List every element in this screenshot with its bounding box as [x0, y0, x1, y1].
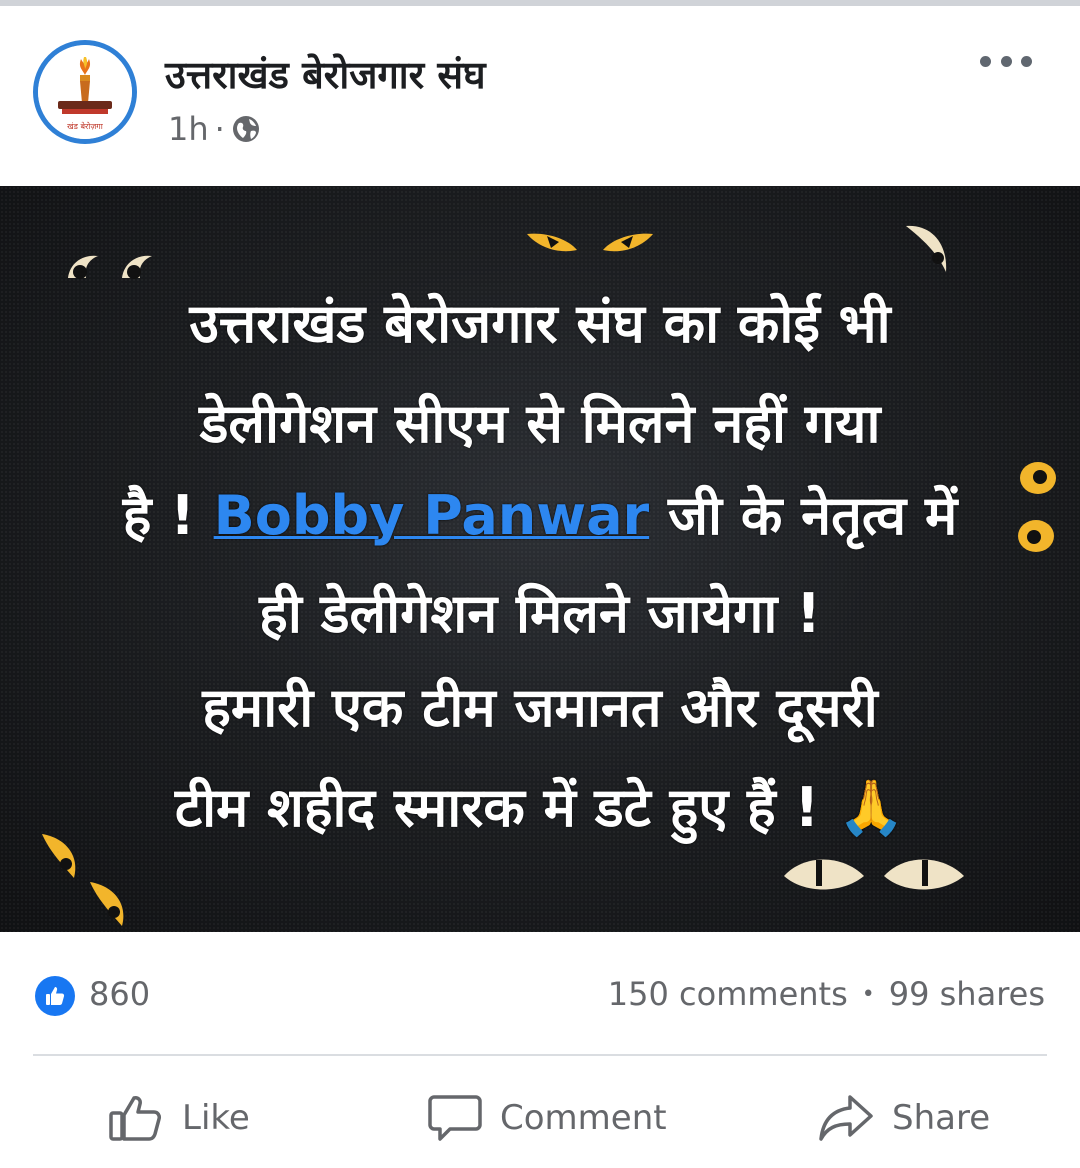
eye-decoration-icon — [906, 225, 947, 272]
like-button[interactable]: Like — [108, 1088, 250, 1148]
stats-separator: • — [861, 981, 875, 1007]
post-stats: 150 comments • 99 shares — [608, 975, 1045, 1013]
top-divider — [0, 0, 1080, 6]
more-dot-icon — [1021, 55, 1032, 67]
comment-icon — [428, 1095, 482, 1141]
actions-divider — [33, 1054, 1047, 1056]
image-text-line-2: डेलीगेशन सीएम से मिलने नहीं गया — [199, 392, 881, 455]
post-meta: 1h · — [168, 110, 261, 148]
image-text-line-6-text: टीम शहीद स्मारक में डटे हुए हैं ! — [174, 776, 838, 839]
post-time[interactable]: 1h — [168, 110, 209, 148]
more-dot-icon — [980, 55, 991, 67]
image-text-suffix: जी के नेतृत्व में — [649, 484, 958, 547]
image-text-line-4: ही डेलीगेशन मिलने जायेगा ! — [259, 582, 821, 645]
like-icon — [109, 1096, 161, 1141]
more-dot-icon — [1000, 55, 1012, 67]
comments-count[interactable]: 150 comments — [608, 975, 848, 1013]
share-icon — [819, 1095, 873, 1141]
image-text-line-1: उत्तराखंड बेरोजगार संघ का कोई भी — [189, 292, 891, 355]
reaction-count[interactable]: 860 — [89, 975, 150, 1013]
meta-separator: · — [214, 110, 225, 148]
image-text-prefix: है ! — [122, 484, 214, 547]
eyes-decoration-icon — [68, 255, 152, 279]
folded-hands-icon: 🙏 — [837, 776, 906, 839]
image-text-line-6: टीम शहीद स्मारक में डटे हुए हैं ! 🙏 — [0, 778, 1080, 838]
post-image[interactable]: उत्तराखंड बेरोजगार संघ का कोई भी डेलीगेश… — [0, 186, 1080, 932]
share-label: Share — [892, 1098, 991, 1138]
shares-count[interactable]: 99 shares — [889, 975, 1045, 1013]
thumbs-up-icon — [46, 987, 65, 1005]
eyes-decoration-icon — [42, 834, 124, 926]
page-avatar[interactable]: खंड बेरोज़गा — [33, 40, 137, 144]
globe-icon — [232, 116, 259, 142]
share-button[interactable]: Share — [818, 1088, 990, 1148]
like-reaction-icon[interactable] — [35, 976, 75, 1016]
eyes-decoration-icon — [527, 233, 653, 252]
comment-button[interactable]: Comment — [428, 1088, 667, 1148]
image-text-line-5: हमारी एक टीम जमानत और दूसरी — [202, 676, 878, 739]
eyes-decoration-icon — [784, 859, 964, 890]
avatar-caption: खंड बेरोज़गा — [67, 122, 103, 131]
image-text-line-3: है ! Bobby Panwar जी के नेतृत्व में — [0, 486, 1080, 546]
page-name[interactable]: उत्तराखंड बेरोजगार संघ — [165, 48, 486, 100]
comment-label: Comment — [500, 1098, 667, 1138]
like-label: Like — [182, 1098, 250, 1138]
more-options-button[interactable] — [980, 46, 1032, 76]
mention-link[interactable]: Bobby Panwar — [214, 484, 650, 547]
